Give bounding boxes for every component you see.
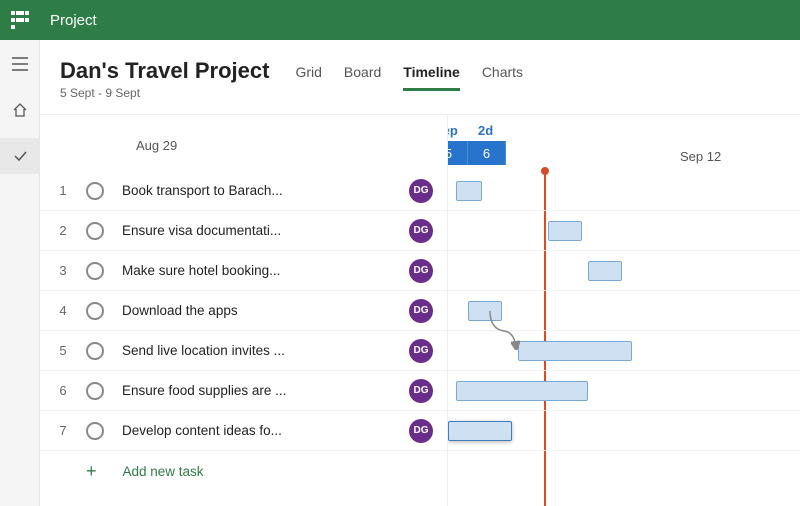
task-list-pane: Aug 29 1Book transport to Barach...DG2En… bbox=[40, 115, 448, 506]
timeline-area: Aug 29 1Book transport to Barach...DG2En… bbox=[40, 114, 800, 506]
task-row[interactable]: 4 Download the appsDG bbox=[40, 291, 447, 331]
project-header: Dan's Travel Project 5 Sept - 9 Sept Gri… bbox=[40, 40, 800, 100]
task-number: 3 bbox=[40, 263, 86, 278]
task-number: 2 bbox=[40, 223, 86, 238]
timeline-selected-days: 56 bbox=[448, 141, 506, 165]
timeline-right-date: Sep 12 bbox=[680, 149, 721, 164]
complete-toggle-icon[interactable] bbox=[86, 262, 104, 280]
timeline-left-date: Aug 29 bbox=[40, 138, 447, 171]
task-row[interactable]: 1 Book transport to Barach...DG bbox=[40, 171, 447, 211]
view-tabs: Grid Board Timeline Charts bbox=[295, 64, 523, 91]
gantt-bar[interactable] bbox=[448, 421, 512, 441]
main-content: Dan's Travel Project 5 Sept - 9 Sept Gri… bbox=[40, 40, 800, 506]
assignee-avatar[interactable]: DG bbox=[409, 299, 433, 323]
task-name[interactable]: Make sure hotel booking... bbox=[122, 263, 409, 278]
complete-toggle-icon[interactable] bbox=[86, 382, 104, 400]
tab-timeline[interactable]: Timeline bbox=[403, 64, 460, 91]
gantt-row bbox=[448, 251, 800, 291]
task-number: 6 bbox=[40, 383, 86, 398]
task-name[interactable]: Develop content ideas fo... bbox=[122, 423, 409, 438]
dependency-arrow-icon bbox=[484, 307, 554, 357]
timeline-duration: 2d bbox=[478, 123, 493, 138]
menu-icon[interactable] bbox=[0, 46, 40, 82]
assignee-avatar[interactable]: DG bbox=[409, 219, 433, 243]
tab-charts[interactable]: Charts bbox=[482, 64, 523, 91]
gantt-bar[interactable] bbox=[456, 181, 482, 201]
task-number: 1 bbox=[40, 183, 86, 198]
home-icon[interactable] bbox=[0, 92, 40, 128]
task-name[interactable]: Ensure food supplies are ... bbox=[122, 383, 409, 398]
project-date-range: 5 Sept - 9 Sept bbox=[60, 86, 269, 100]
complete-toggle-icon[interactable] bbox=[86, 182, 104, 200]
gantt-row bbox=[448, 171, 800, 211]
gantt-bar[interactable] bbox=[588, 261, 622, 281]
gantt-bar[interactable] bbox=[456, 381, 588, 401]
timeline-day-cell[interactable]: 5 bbox=[448, 141, 468, 165]
task-name[interactable]: Download the apps bbox=[122, 303, 409, 318]
assignee-avatar[interactable]: DG bbox=[409, 259, 433, 283]
task-row[interactable]: 3 Make sure hotel booking...DG bbox=[40, 251, 447, 291]
task-row[interactable]: 7 Develop content ideas fo...DG bbox=[40, 411, 447, 451]
task-number: 7 bbox=[40, 423, 86, 438]
task-row[interactable]: 2 Ensure visa documentati...DG bbox=[40, 211, 447, 251]
complete-toggle-icon[interactable] bbox=[86, 422, 104, 440]
timeline-month: Sep bbox=[448, 123, 458, 138]
gantt-row bbox=[448, 211, 800, 251]
complete-toggle-icon[interactable] bbox=[86, 302, 104, 320]
task-name[interactable]: Book transport to Barach... bbox=[122, 183, 409, 198]
task-row[interactable]: 6 Ensure food supplies are ...DG bbox=[40, 371, 447, 411]
complete-toggle-icon[interactable] bbox=[86, 342, 104, 360]
assignee-avatar[interactable]: DG bbox=[409, 379, 433, 403]
checkmark-icon[interactable] bbox=[0, 138, 40, 174]
assignee-avatar[interactable]: DG bbox=[409, 179, 433, 203]
app-topbar: Project bbox=[0, 0, 800, 40]
task-name[interactable]: Ensure visa documentati... bbox=[122, 223, 409, 238]
tab-board[interactable]: Board bbox=[344, 64, 381, 91]
gantt-bar[interactable] bbox=[548, 221, 582, 241]
task-number: 5 bbox=[40, 343, 86, 358]
timeline-day-cell[interactable]: 6 bbox=[468, 141, 506, 165]
assignee-avatar[interactable]: DG bbox=[409, 339, 433, 363]
left-nav bbox=[0, 40, 40, 506]
task-number: 4 bbox=[40, 303, 86, 318]
task-name[interactable]: Send live location invites ... bbox=[122, 343, 409, 358]
project-title: Dan's Travel Project bbox=[60, 58, 269, 84]
add-task-label: Add new task bbox=[123, 464, 204, 479]
task-row[interactable]: 5 Send live location invites ...DG bbox=[40, 331, 447, 371]
tab-grid[interactable]: Grid bbox=[295, 64, 321, 91]
plus-icon: + bbox=[86, 461, 97, 482]
assignee-avatar[interactable]: DG bbox=[409, 419, 433, 443]
complete-toggle-icon[interactable] bbox=[86, 222, 104, 240]
app-name: Project bbox=[50, 12, 97, 29]
add-task-button[interactable]: + Add new task bbox=[40, 451, 447, 491]
gantt-pane: Sep 2d 56 Sep 12 bbox=[448, 115, 800, 506]
app-launcher-icon[interactable] bbox=[8, 8, 32, 32]
